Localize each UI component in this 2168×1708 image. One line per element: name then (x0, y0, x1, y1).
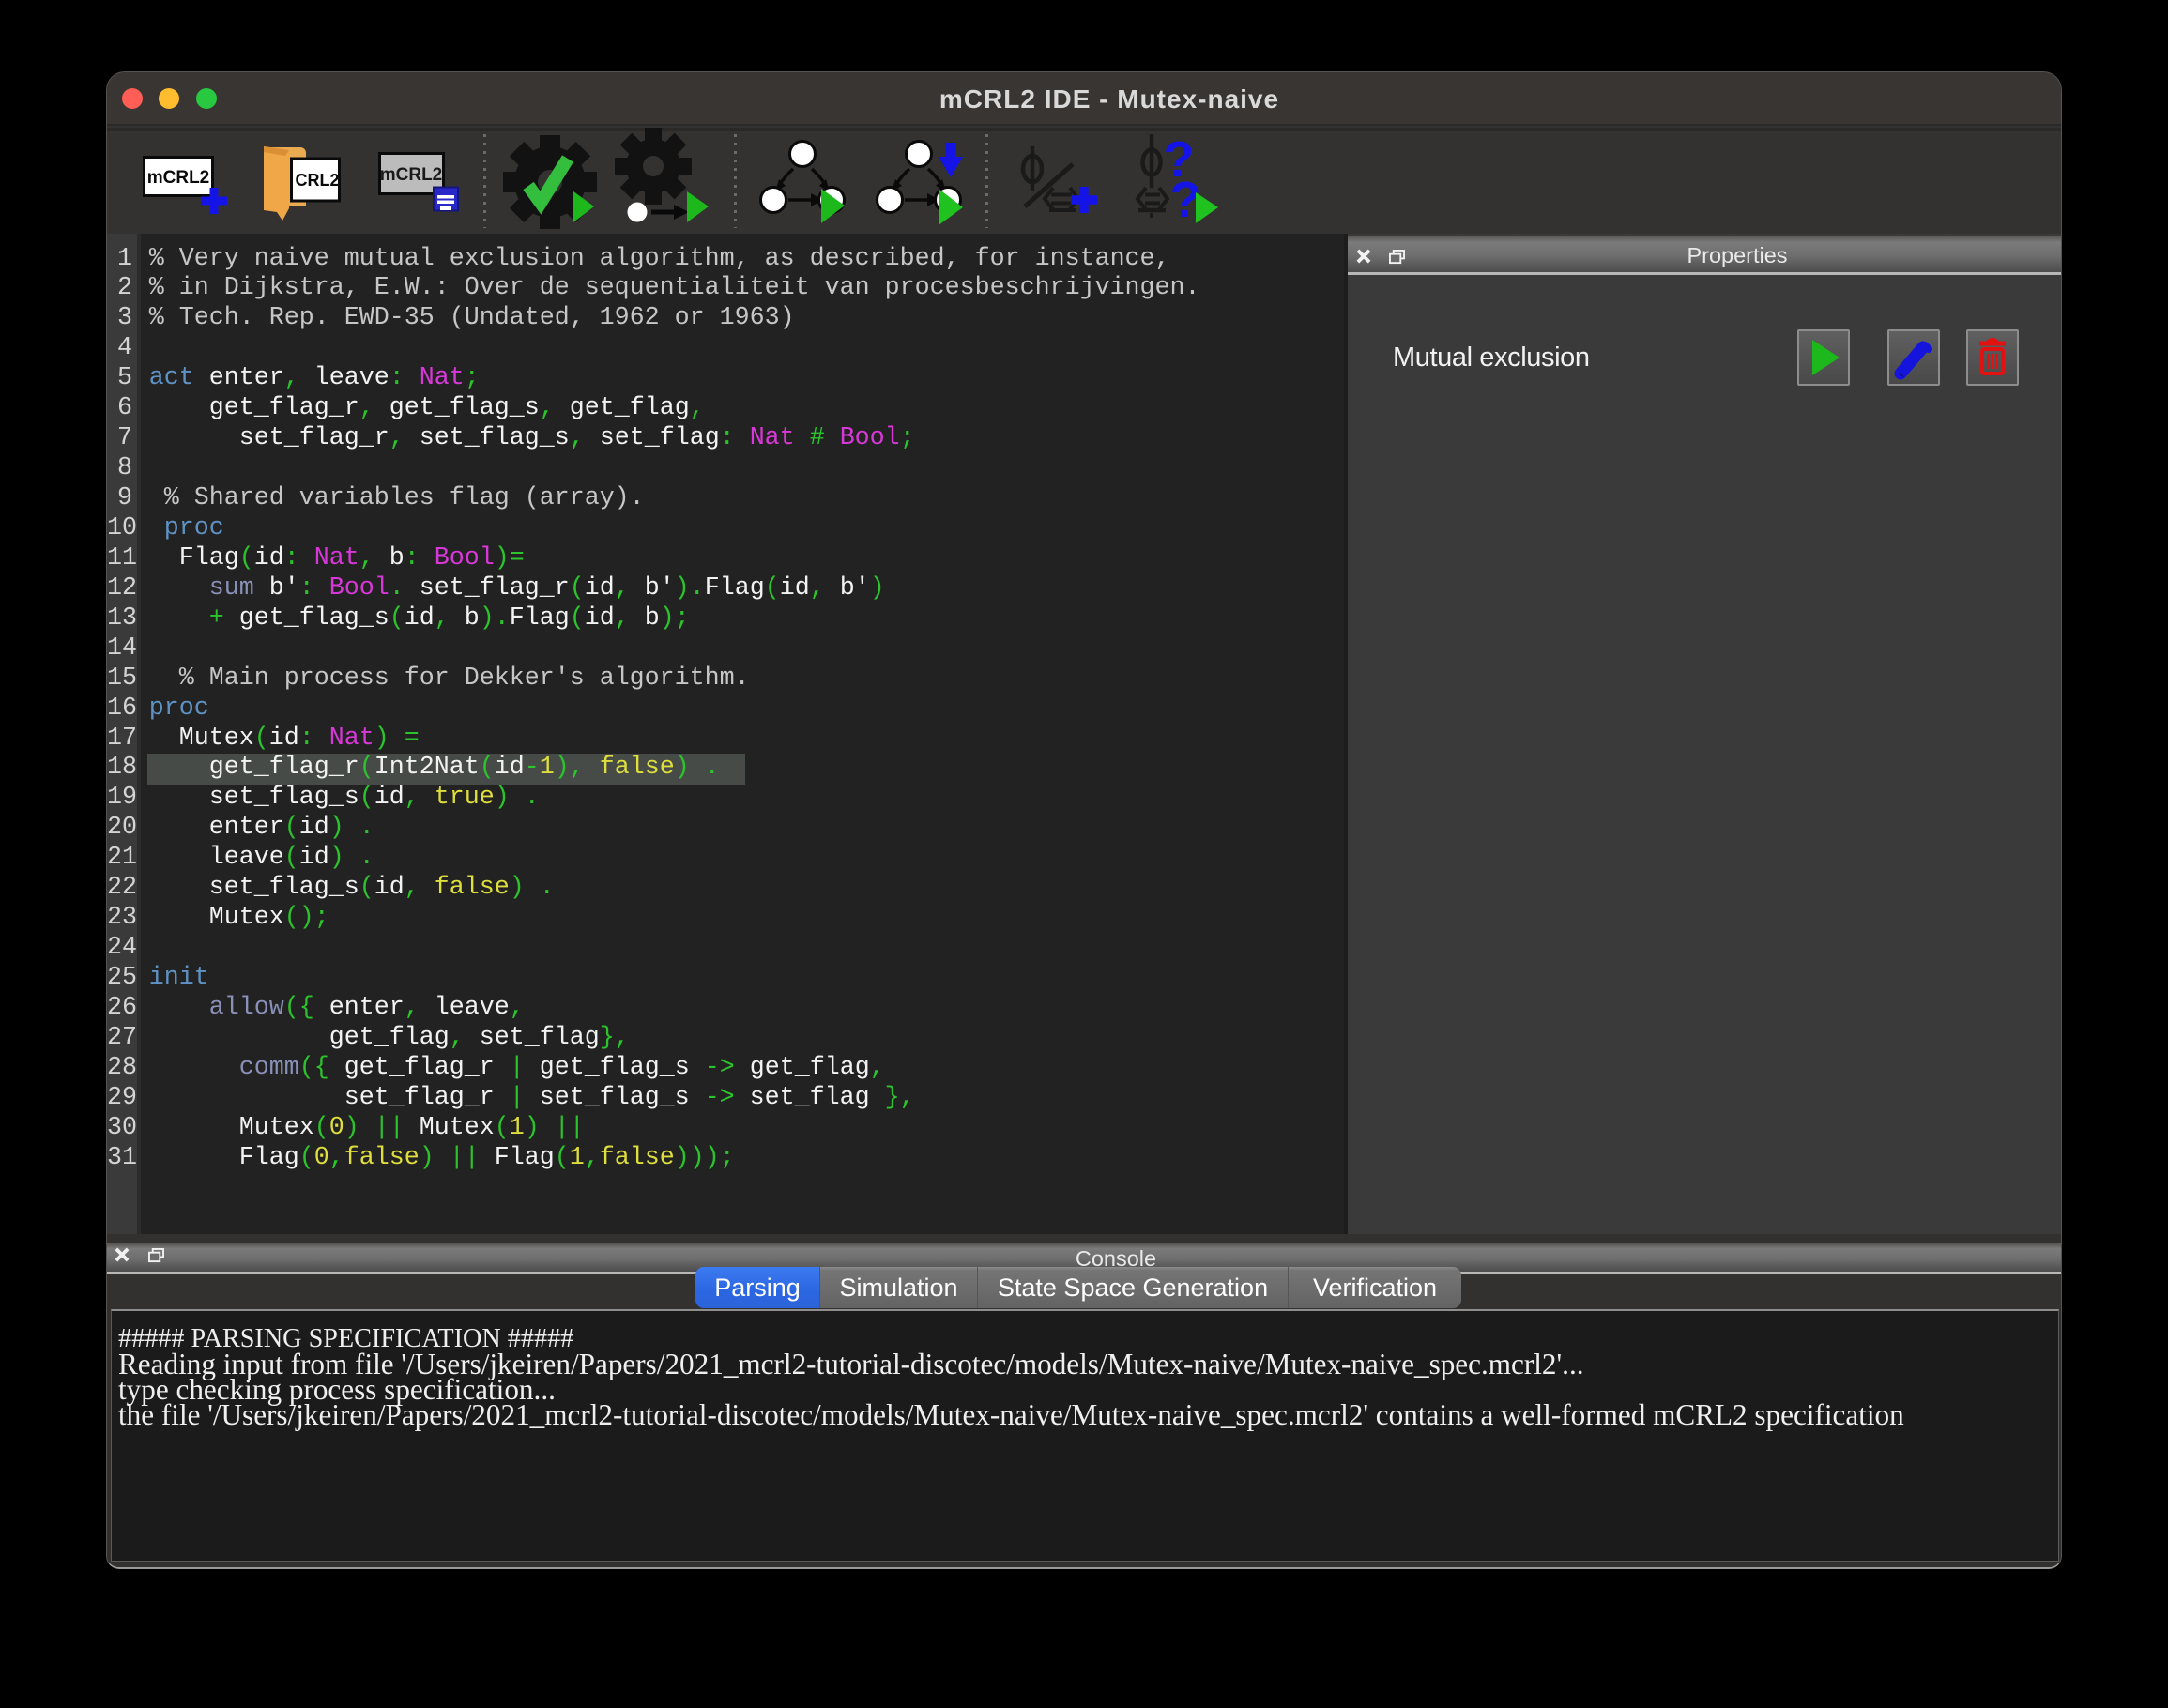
svg-text:mCRL2: mCRL2 (147, 168, 210, 188)
svg-text:mCRL2: mCRL2 (380, 165, 443, 185)
svg-text:CRL2: CRL2 (295, 171, 339, 190)
